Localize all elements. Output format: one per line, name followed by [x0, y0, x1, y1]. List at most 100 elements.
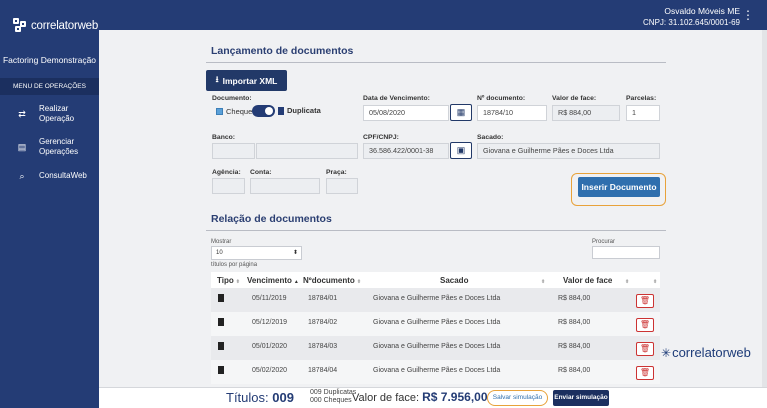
col-valor[interactable]: Valor de face [563, 276, 612, 285]
sort-icon: ⬍ [541, 279, 546, 285]
account-input[interactable] [250, 178, 320, 194]
cell-number: 18784/01 [308, 295, 338, 302]
import-xml-label: Importar XML [222, 75, 278, 86]
sidebar-item-realizar-operacao[interactable]: ⇄ Realizar Operação [0, 104, 99, 124]
account-label: Conta: [250, 169, 272, 176]
doc-number-input[interactable]: 18784/10 [477, 105, 547, 121]
sidebar-item-label: Realizar Operação [39, 104, 75, 123]
file-icon [218, 318, 224, 326]
send-simulation-button[interactable]: Enviar simulação [553, 390, 609, 406]
file-icon [218, 366, 224, 374]
cell-drawee: Giovana e Guilherme Pães e Doces Ltda [373, 343, 501, 350]
col-vencimento[interactable]: Vencimento ▲ [247, 276, 299, 285]
section-title-relation: Relação de documentos [211, 213, 332, 225]
watermark-text: correlatorweb [672, 345, 751, 360]
file-icon [278, 106, 284, 115]
divider [206, 62, 666, 63]
section-title-launch: Lançamento de documentos [211, 45, 354, 57]
page-size-value: 10 [216, 250, 223, 256]
watermark-logo: ✳ correlatorweb [661, 345, 751, 360]
search-input[interactable] [592, 246, 660, 259]
sidebar-item-label: Gerenciar Operações [39, 137, 79, 156]
calendar-button[interactable]: ▦ [450, 104, 472, 121]
col-tipo[interactable]: Tipo ⬍ [217, 276, 240, 285]
cell-value: R$ 884,00 [558, 343, 591, 350]
due-date-label: Data de Vencimento: [363, 95, 430, 102]
col-label: Vencimento [247, 276, 292, 285]
logo[interactable]: correlatorweb [13, 18, 98, 34]
contact-card-icon: ▣ [456, 145, 466, 155]
cheque-label: Cheque [226, 107, 253, 116]
kebab-menu-icon[interactable]: ⋮ [742, 9, 754, 21]
delete-button[interactable]: 🗑 [636, 366, 654, 380]
titles-label: Títulos: [226, 390, 269, 405]
bank-name-input[interactable] [256, 143, 358, 159]
sidebar-item-gerenciar-operacoes[interactable]: ▤ Gerenciar Operações [0, 137, 99, 157]
drawee-input[interactable]: Giovana e Guilherme Pães e Doces Ltda [477, 143, 660, 159]
user-cnpj: CNPJ: 31.102.645/0001-69 [643, 18, 740, 27]
exchange-icon: ⇄ [18, 109, 26, 119]
top-bar: Osvaldo Móveis ME CNPJ: 31.102.645/0001-… [99, 0, 767, 30]
cell-due: 05/01/2020 [252, 343, 288, 350]
due-date-input[interactable]: 05/08/2020 [363, 105, 449, 121]
company-name: Factoring Demonstração [2, 55, 97, 65]
page-size-select[interactable]: 10 ⬍ [211, 246, 302, 260]
upload-icon: ⭳ [215, 73, 219, 84]
sort-icon: ⬍ [235, 279, 240, 285]
sort-icon: ⬍ [625, 279, 630, 285]
doc-number-label: Nº documento: [477, 95, 526, 102]
table-row: 05/02/2020 18784/04 Giovana e Guilherme … [211, 360, 660, 384]
cell-value: R$ 884,00 [558, 367, 591, 374]
file-icon [218, 342, 224, 350]
titles-count: 009 [272, 390, 294, 405]
cell-due: 05/02/2020 [252, 367, 288, 374]
insert-document-button[interactable]: Inserir Documento [578, 177, 660, 197]
cell-number: 18784/02 [308, 319, 338, 326]
footer-summary: Títulos: 009 009 Duplicatas 000 Cheques … [99, 387, 767, 408]
caret-icon: ⬍ [292, 250, 298, 256]
drawee-label: Sacado: [477, 134, 504, 141]
col-label: Tipo [217, 276, 234, 285]
sidebar-item-consultaweb[interactable]: ⌕ ConsultaWeb [0, 171, 99, 181]
sort-icon: ⬍ [356, 279, 362, 285]
col-sacado[interactable]: Sacado [440, 276, 468, 285]
agency-input[interactable] [212, 178, 245, 194]
import-xml-button[interactable]: ⭳ Importar XML [206, 70, 287, 91]
bank-label: Banco: [212, 134, 236, 141]
installments-label: Parcelas: [626, 95, 657, 102]
col-sacado-sort[interactable]: ⬍ [539, 276, 545, 285]
contact-card-button[interactable]: ▣ [450, 142, 472, 159]
cheques-count: 000 Cheques [310, 397, 352, 404]
bank-code-input[interactable] [212, 143, 255, 159]
installments-input[interactable]: 1 [626, 105, 660, 121]
cell-value: R$ 884,00 [558, 319, 591, 326]
table-row: 05/12/2019 18784/02 Giovana e Guilherme … [211, 312, 660, 336]
delete-button[interactable]: 🗑 [636, 342, 654, 356]
trash-icon: 🗑 [639, 296, 651, 305]
duplicata-option[interactable]: Duplicata [278, 106, 321, 115]
cell-drawee: Giovana e Guilherme Pães e Doces Ltda [373, 319, 501, 326]
col-valor-sort[interactable]: ⬍ [623, 276, 629, 285]
square-input[interactable] [326, 178, 358, 194]
document-type-toggle[interactable] [252, 105, 275, 117]
logo-text: correlatorweb [31, 20, 99, 32]
logo-icon [13, 18, 29, 34]
sort-asc-icon: ▲ [293, 279, 299, 285]
save-simulation-button[interactable]: Salvar simulação [487, 390, 548, 406]
col-actions-sort[interactable]: ⬍ [651, 276, 657, 285]
delete-button[interactable]: 🗑 [636, 318, 654, 332]
cell-number: 18784/04 [308, 367, 338, 374]
cpf-cnpj-input[interactable]: 36.586.422/0001-38 [363, 143, 449, 159]
col-numero[interactable]: Nºdocumento ⬍ [303, 276, 361, 285]
trash-icon: 🗑 [639, 368, 651, 377]
show-label: Mostrar [211, 239, 232, 245]
face-value-input[interactable]: R$ 884,00 [552, 105, 620, 121]
col-label: Sacado [440, 276, 469, 285]
cell-due: 05/11/2019 [252, 295, 287, 302]
titles-breakdown: 009 Duplicatas 000 Cheques [310, 389, 356, 405]
duplicata-label: Duplicata [287, 106, 321, 115]
scrollbar[interactable] [762, 30, 767, 387]
delete-button[interactable]: 🗑 [636, 294, 654, 308]
cheque-option[interactable]: Cheque [216, 107, 252, 116]
cell-number: 18784/03 [308, 343, 338, 350]
